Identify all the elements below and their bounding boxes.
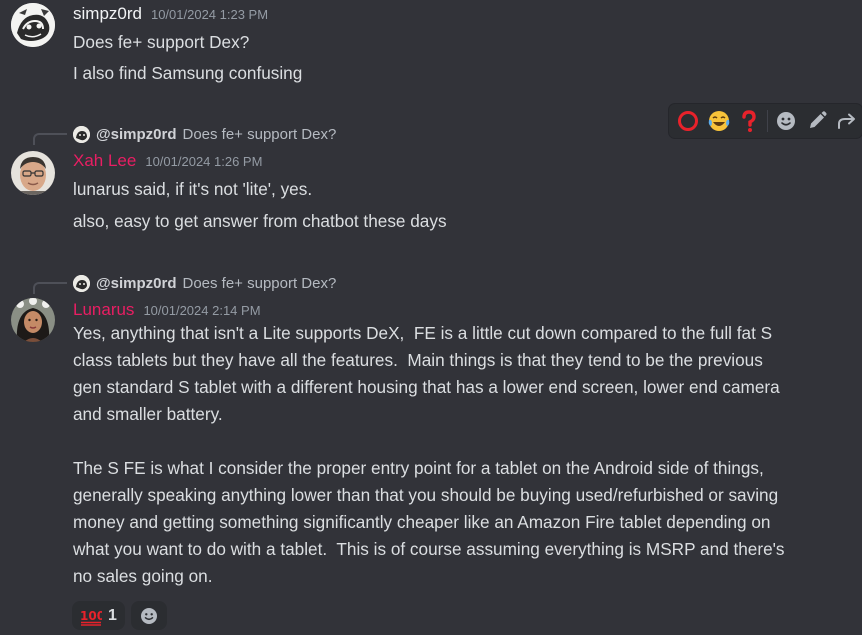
reply-preview[interactable]: @simpz0rd Does fe+ support Dex?: [73, 272, 336, 294]
reply-spine: [33, 282, 67, 294]
timestamp: 10/01/2024 1:23 PM: [150, 7, 269, 22]
add-reaction-button[interactable]: [130, 601, 167, 630]
reply-avatar: [73, 125, 90, 143]
message-xah-lee: @simpz0rd Does fe+ support Dex? Xah Lee …: [0, 122, 862, 244]
reaction-100[interactable]: 100 1: [72, 601, 125, 630]
reaction-count: 1: [108, 606, 117, 624]
username[interactable]: simpz0rd: [73, 4, 142, 24]
add-reaction-icon: [140, 607, 157, 624]
reply-username[interactable]: @simpz0rd: [96, 126, 176, 143]
avatar[interactable]: [11, 298, 55, 342]
svg-text:100: 100: [80, 609, 102, 623]
timestamp: 10/01/2024 2:14 PM: [143, 303, 261, 318]
reaction-bar: 100 1: [72, 601, 167, 630]
avatar[interactable]: [11, 151, 55, 195]
message-line: lunarus said, if it's not 'lite', yes.: [73, 179, 313, 199]
reply-text[interactable]: Does fe+ support Dex?: [182, 275, 336, 292]
message-paragraph: The S FE is what I consider the proper e…: [73, 458, 785, 586]
avatar[interactable]: [11, 3, 55, 47]
message-simpz0rd: simpz0rd 10/01/2024 1:23 PM Does fe+ sup…: [0, 0, 862, 95]
username[interactable]: Xah Lee: [73, 151, 136, 171]
message-lunarus: @simpz0rd Does fe+ support Dex? Lunarus …: [0, 271, 862, 635]
timestamp: 10/01/2024 1:26 PM: [145, 154, 263, 169]
reply-text[interactable]: Does fe+ support Dex?: [182, 126, 336, 143]
reply-spine: [33, 133, 67, 145]
100-emoji: 100: [80, 609, 102, 626]
message-line: I also find Samsung confusing: [73, 63, 303, 83]
reply-avatar: [73, 274, 90, 292]
reply-preview[interactable]: @simpz0rd Does fe+ support Dex?: [73, 123, 336, 145]
chat-message-list: simpz0rd 10/01/2024 1:23 PM Does fe+ sup…: [0, 0, 862, 635]
username[interactable]: Lunarus: [73, 300, 134, 320]
message-paragraph: Yes, anything that isn't a Lite supports…: [73, 323, 780, 424]
message-line: also, easy to get answer from chatbot th…: [73, 211, 447, 231]
reply-username[interactable]: @simpz0rd: [96, 275, 176, 292]
message-line: Does fe+ support Dex?: [73, 32, 250, 52]
